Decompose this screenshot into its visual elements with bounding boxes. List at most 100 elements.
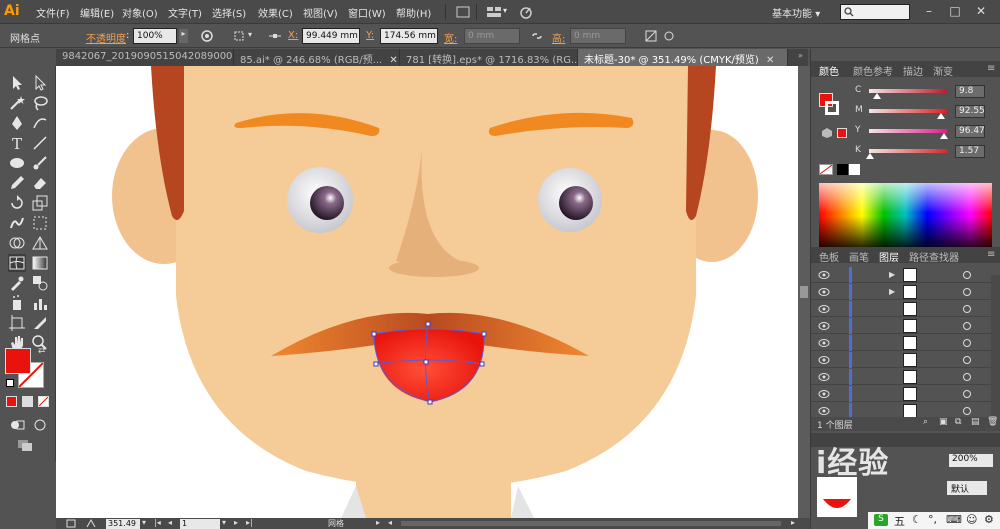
eye-icon[interactable] — [818, 338, 830, 348]
search-input[interactable] — [840, 4, 910, 20]
eye-icon[interactable] — [818, 389, 830, 399]
tab-layers[interactable]: 图层 — [879, 249, 899, 264]
layer-target-icon[interactable] — [963, 305, 971, 313]
opacity-label[interactable]: 不透明度 — [86, 30, 126, 45]
new-sublayer-icon[interactable]: ⧉ — [955, 417, 961, 427]
layer-target-icon[interactable] — [963, 271, 971, 279]
layer-target-icon[interactable] — [963, 288, 971, 296]
tab-gradient[interactable]: 渐变 — [933, 63, 953, 78]
layers-scrollbar[interactable] — [991, 275, 1000, 421]
direct-selection-tool-icon[interactable] — [31, 74, 49, 92]
mesh-tool-icon[interactable] — [8, 254, 26, 272]
tab-brushes[interactable]: 画笔 — [849, 249, 869, 264]
isolate-icon[interactable] — [662, 29, 676, 43]
menu-edit[interactable]: 编辑(E) — [80, 5, 114, 20]
free-transform-tool-icon[interactable] — [31, 214, 49, 232]
perspective-grid-tool-icon[interactable] — [31, 234, 49, 252]
eye-icon[interactable] — [818, 270, 830, 280]
menu-effect[interactable]: 效果(C) — [258, 5, 293, 20]
status-menu-arrow[interactable]: ▸ — [376, 518, 380, 527]
pen-tool-icon[interactable] — [8, 114, 26, 132]
menu-window[interactable]: 窗口(W) — [348, 5, 386, 20]
swap-fill-stroke-icon[interactable]: ⇄ — [38, 346, 46, 356]
transform-icon[interactable] — [644, 29, 658, 43]
layer-target-icon[interactable] — [963, 356, 971, 364]
link-icon[interactable] — [530, 29, 544, 43]
artboard-number-input[interactable]: 1 — [180, 519, 220, 529]
make-clipping-mask-icon[interactable]: ▣ — [939, 417, 948, 427]
line-tool-icon[interactable] — [31, 134, 49, 152]
height-label[interactable]: 高: — [552, 30, 565, 45]
opacity-dropdown-arrow[interactable]: ▸ — [179, 29, 188, 43]
default-colors-icon[interactable] — [6, 379, 14, 387]
panel-menu-icon[interactable]: ≡ — [987, 63, 995, 74]
channel-slider-thumb[interactable] — [940, 133, 949, 139]
layer-row[interactable] — [811, 386, 991, 402]
tools-icon[interactable]: ⚙ — [984, 513, 994, 526]
scroll-left-icon[interactable]: ◂ — [388, 518, 392, 527]
user-icon[interactable]: ☺ — [966, 513, 977, 526]
ime-mode-label[interactable]: 五 — [894, 513, 905, 529]
layer-target-icon[interactable] — [963, 373, 971, 381]
artboard-canvas[interactable] — [56, 66, 798, 518]
menu-help[interactable]: 帮助(H) — [396, 5, 431, 20]
layer-row[interactable] — [811, 352, 991, 368]
layer-target-icon[interactable] — [963, 407, 971, 415]
tab-color-guide[interactable]: 颜色参考 — [853, 63, 893, 78]
menu-file[interactable]: 文件(F) — [36, 5, 70, 20]
color-stroke-swatch[interactable] — [825, 101, 839, 115]
draw-mode-icon[interactable] — [8, 416, 26, 434]
zoom-dropdown-arrow[interactable]: ▾ — [142, 518, 146, 527]
gpu-performance-icon[interactable] — [518, 5, 534, 19]
gamut-swatch[interactable] — [837, 128, 847, 138]
x-label[interactable]: X: — [288, 30, 298, 41]
lasso-tool-icon[interactable] — [31, 94, 49, 112]
rotate-tool-icon[interactable] — [8, 194, 26, 212]
vertical-scrollbar[interactable] — [798, 66, 810, 518]
channel-slider-track[interactable] — [869, 149, 947, 153]
artboard-navigation-icon[interactable] — [66, 519, 76, 528]
column-graph-tool-icon[interactable] — [31, 294, 49, 312]
scale-tool-icon[interactable] — [31, 194, 49, 212]
color-mode-icon[interactable] — [6, 396, 17, 407]
x-input[interactable]: 99.449 mm — [302, 28, 360, 44]
layer-row[interactable] — [811, 369, 991, 385]
layer-target-icon[interactable] — [963, 339, 971, 347]
close-icon[interactable]: ✕ — [766, 55, 774, 66]
magic-wand-tool-icon[interactable] — [8, 94, 26, 112]
channel-slider-thumb[interactable] — [866, 153, 875, 159]
expand-arrow-icon[interactable]: ▶ — [889, 287, 895, 296]
width-input[interactable]: 0 mm — [464, 28, 520, 44]
eye-icon[interactable] — [818, 372, 830, 382]
channel-value-input[interactable]: 1.57 — [955, 145, 985, 158]
arrange-documents-icon[interactable] — [486, 5, 502, 19]
warp-tool-icon[interactable] — [8, 214, 26, 232]
align-options-icon[interactable] — [232, 29, 246, 43]
symbol-sprayer-tool-icon[interactable] — [8, 294, 26, 312]
eye-icon[interactable] — [818, 406, 830, 416]
eyedropper-tool-icon[interactable] — [8, 274, 26, 292]
white-swatch[interactable] — [849, 164, 860, 175]
opacity-input[interactable]: 100% — [133, 28, 177, 44]
ime-icon[interactable]: S — [874, 514, 888, 526]
artboard-dropdown-arrow[interactable]: ▾ — [222, 518, 226, 527]
y-input[interactable]: 174.56 mm — [380, 28, 438, 44]
menu-type[interactable]: 文字(T) — [168, 5, 202, 20]
new-layer-icon[interactable]: ▤ — [971, 417, 980, 427]
workspace-switcher[interactable]: 基本功能 ▾ — [772, 5, 820, 20]
eye-icon[interactable] — [818, 321, 830, 331]
eye-icon[interactable] — [818, 304, 830, 314]
tab-document-3[interactable]: 781 [转换].eps* @ 1716.83% (RG... ✕ — [400, 49, 578, 66]
close-button[interactable]: ✕ — [972, 3, 990, 19]
transform-reference-icon[interactable] — [268, 29, 282, 43]
width-label[interactable]: 宽: — [444, 30, 457, 45]
zoom-input[interactable]: 351.49 — [106, 519, 140, 529]
shape-builder-tool-icon[interactable] — [8, 234, 26, 252]
menu-select[interactable]: 选择(S) — [212, 5, 246, 20]
close-icon[interactable]: ✕ — [389, 55, 397, 66]
layer-target-icon[interactable] — [963, 322, 971, 330]
scrollbar-thumb[interactable] — [800, 286, 808, 298]
tab-overflow-icon[interactable]: » — [792, 49, 809, 66]
channel-slider-track[interactable] — [869, 129, 947, 133]
artboard-tool-icon[interactable] — [8, 314, 26, 332]
